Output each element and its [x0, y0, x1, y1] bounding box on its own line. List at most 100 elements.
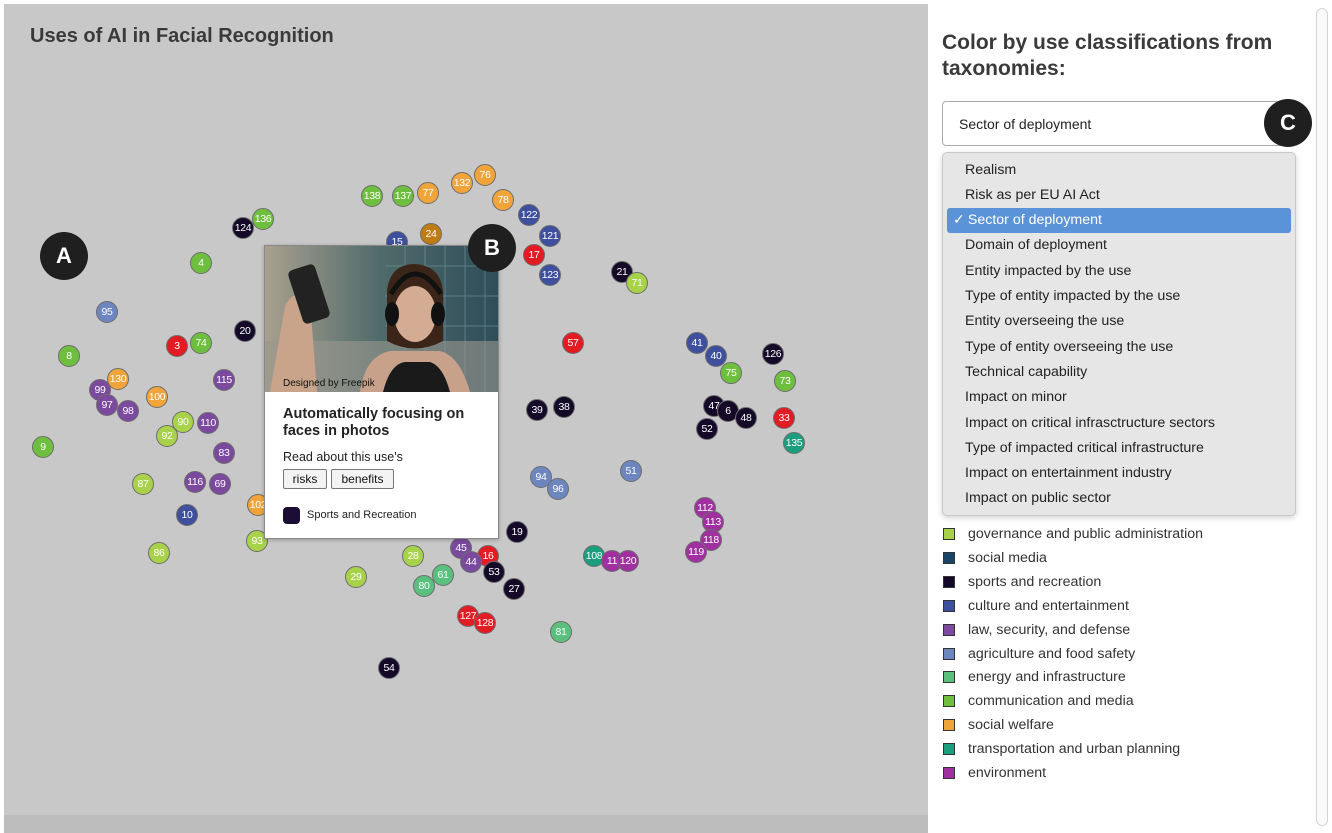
- map-node[interactable]: 119: [685, 541, 707, 563]
- legend-item[interactable]: environment: [943, 764, 1046, 782]
- dropdown-option[interactable]: Type of entity impacted by the use: [947, 284, 1291, 309]
- map-node[interactable]: 53: [483, 561, 505, 583]
- map-node[interactable]: 52: [696, 418, 718, 440]
- dropdown-option[interactable]: Impact on entertainment industry: [947, 461, 1291, 486]
- map-node[interactable]: 80: [413, 575, 435, 597]
- legend-item[interactable]: agriculture and food safety: [943, 645, 1135, 663]
- dropdown-option[interactable]: Entity impacted by the use: [947, 258, 1291, 283]
- dropdown-option[interactable]: Risk as per EU AI Act: [947, 182, 1291, 207]
- dropdown-option[interactable]: Impact on minor: [947, 385, 1291, 410]
- map-node[interactable]: 41: [686, 332, 708, 354]
- map-node[interactable]: 137: [392, 185, 414, 207]
- legend-swatch: [943, 671, 955, 684]
- map-node[interactable]: 9: [32, 436, 54, 458]
- map-node[interactable]: 74: [190, 332, 212, 354]
- map-node[interactable]: 28: [402, 545, 424, 567]
- map-node[interactable]: 100: [146, 386, 168, 408]
- legend-item[interactable]: energy and infrastructure: [943, 668, 1126, 686]
- map-node[interactable]: 95: [96, 301, 118, 323]
- dropdown-option[interactable]: Type of impacted critical infrastructure: [947, 435, 1291, 460]
- map-node[interactable]: 83: [213, 442, 235, 464]
- legend-item[interactable]: sports and recreation: [943, 573, 1101, 591]
- dropdown-option[interactable]: ✓ Sector of deployment: [947, 207, 1291, 233]
- map-node[interactable]: 38: [553, 396, 575, 418]
- map-node[interactable]: 136: [252, 208, 274, 230]
- annotation-badge-b: B: [468, 224, 516, 272]
- map-node[interactable]: 44: [460, 551, 482, 573]
- legend-item[interactable]: law, security, and defense: [943, 621, 1130, 639]
- use-popup: Designed by Freepik Automatically focusi…: [264, 245, 499, 539]
- map-node[interactable]: 98: [117, 400, 139, 422]
- legend-item[interactable]: governance and public administration: [943, 525, 1203, 543]
- map-node[interactable]: 76: [474, 164, 496, 186]
- map-node[interactable]: 138: [361, 185, 383, 207]
- dropdown-option[interactable]: Type of entity overseeing the use: [947, 334, 1291, 359]
- legend-item[interactable]: social media: [943, 549, 1047, 567]
- map-node[interactable]: 4: [190, 252, 212, 274]
- map-node[interactable]: 126: [762, 343, 784, 365]
- map-node[interactable]: 51: [620, 460, 642, 482]
- scrollbar[interactable]: [1316, 8, 1328, 826]
- map-node[interactable]: 110: [197, 412, 219, 434]
- map-node[interactable]: 86: [148, 542, 170, 564]
- dropdown-option[interactable]: Impact on public sector: [947, 486, 1291, 511]
- map-node[interactable]: 39: [526, 399, 548, 421]
- legend-label: transportation and urban planning: [968, 741, 1181, 758]
- map-node[interactable]: 27: [503, 578, 525, 600]
- map-node[interactable]: 135: [783, 432, 805, 454]
- map-node[interactable]: 124: [232, 217, 254, 239]
- legend-label: environment: [968, 765, 1047, 781]
- map-node[interactable]: 123: [539, 264, 561, 286]
- taxonomy-select[interactable]: Sector of deployment: [942, 101, 1294, 146]
- map-node[interactable]: 57: [562, 332, 584, 354]
- legend-item[interactable]: culture and entertainment: [943, 597, 1129, 615]
- legend-label: agriculture and food safety: [968, 645, 1136, 662]
- dropdown-option[interactable]: Technical capability: [947, 359, 1291, 384]
- map-node[interactable]: 128: [474, 612, 496, 634]
- map-node[interactable]: 33: [773, 407, 795, 429]
- risks-button[interactable]: risks: [283, 469, 327, 489]
- scatter-map[interactable]: Uses of AI in Facial Recognition 138 137 7…: [4, 4, 928, 833]
- map-node[interactable]: 97: [96, 394, 118, 416]
- map-node[interactable]: 10: [176, 504, 198, 526]
- map-node[interactable]: 48: [735, 407, 757, 429]
- legend-item[interactable]: social welfare: [943, 716, 1054, 734]
- legend-label: law, security, and defense: [968, 621, 1131, 638]
- map-node[interactable]: 54: [378, 657, 400, 679]
- map-node[interactable]: 96: [547, 478, 569, 500]
- map-node[interactable]: 71: [626, 272, 648, 294]
- map-node[interactable]: 24: [420, 223, 442, 245]
- map-node[interactable]: 61: [432, 564, 454, 586]
- map-node[interactable]: 75: [720, 362, 742, 384]
- image-credit: Designed by Freepik: [283, 378, 375, 389]
- map-node[interactable]: 8: [58, 345, 80, 367]
- map-node[interactable]: 92: [156, 425, 178, 447]
- map-node[interactable]: 120: [617, 550, 639, 572]
- map-title: Uses of AI in Facial Recognition: [30, 25, 334, 47]
- map-node[interactable]: 122: [518, 204, 540, 226]
- map-node[interactable]: 81: [550, 621, 572, 643]
- map-node[interactable]: 132: [451, 172, 473, 194]
- map-node[interactable]: 29: [345, 566, 367, 588]
- map-node[interactable]: 78: [492, 189, 514, 211]
- map-node[interactable]: 87: [132, 473, 154, 495]
- popup-read-about: Read about this use's: [283, 450, 403, 464]
- legend-item[interactable]: communication and media: [943, 692, 1134, 710]
- map-node[interactable]: 116: [184, 471, 206, 493]
- legend-item[interactable]: transportation and urban planning: [943, 740, 1180, 758]
- map-node[interactable]: 19: [506, 521, 528, 543]
- dropdown-option[interactable]: Impact on critical infrasctructure secto…: [947, 410, 1291, 435]
- map-node[interactable]: 115: [213, 369, 235, 391]
- dropdown-option[interactable]: Realism: [947, 157, 1291, 182]
- map-node[interactable]: 3: [166, 335, 188, 357]
- dropdown-option[interactable]: Domain of deployment: [947, 233, 1291, 258]
- map-node[interactable]: 17: [523, 244, 545, 266]
- map-node[interactable]: 20: [234, 320, 256, 342]
- dropdown-option[interactable]: Entity overseeing the use: [947, 309, 1291, 334]
- dropdown-option-label: Entity impacted by the use: [965, 262, 1132, 279]
- map-node[interactable]: 73: [774, 370, 796, 392]
- map-node[interactable]: 121: [539, 225, 561, 247]
- map-node[interactable]: 69: [209, 473, 231, 495]
- map-node[interactable]: 77: [417, 182, 439, 204]
- benefits-button[interactable]: benefits: [331, 469, 394, 489]
